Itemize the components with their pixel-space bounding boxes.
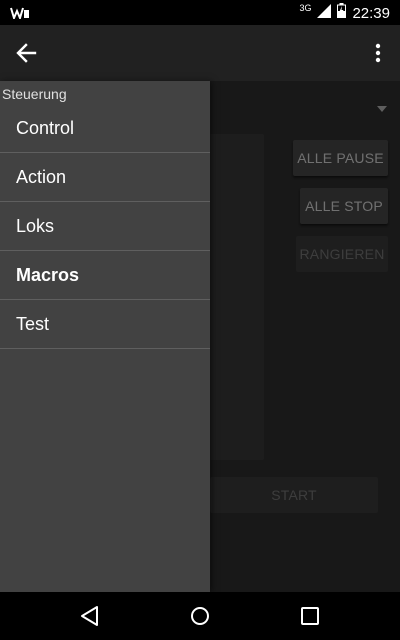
app-notification-icon (10, 6, 30, 24)
clock: 22:39 (352, 4, 390, 22)
more-vert-icon[interactable] (370, 41, 386, 65)
drawer-header: Steuerung (2, 86, 67, 102)
drawer-item-control[interactable]: Control (0, 104, 210, 153)
nav-back-icon[interactable] (78, 604, 102, 628)
navigation-drawer: Steuerung Control Action Loks Macros Tes… (0, 81, 210, 592)
battery-charging-icon (337, 3, 347, 23)
status-indicators: 3G 22:39 (299, 3, 390, 23)
system-nav-bar (0, 592, 400, 640)
signal-icon (317, 3, 332, 23)
app-bar (0, 25, 400, 81)
drawer-item-action[interactable]: Action (0, 153, 210, 202)
drawer-item-loks[interactable]: Loks (0, 202, 210, 251)
arrow-back-icon[interactable] (14, 41, 40, 65)
status-bar: 3G 22:39 (0, 0, 400, 25)
drawer-item-macros[interactable]: Macros (0, 251, 210, 300)
drawer-item-test[interactable]: Test (0, 300, 210, 349)
network-type: 3G (299, 3, 312, 13)
nav-recents-icon[interactable] (298, 604, 322, 628)
nav-home-icon[interactable] (188, 604, 212, 628)
drawer-list: Control Action Loks Macros Test (0, 104, 210, 349)
